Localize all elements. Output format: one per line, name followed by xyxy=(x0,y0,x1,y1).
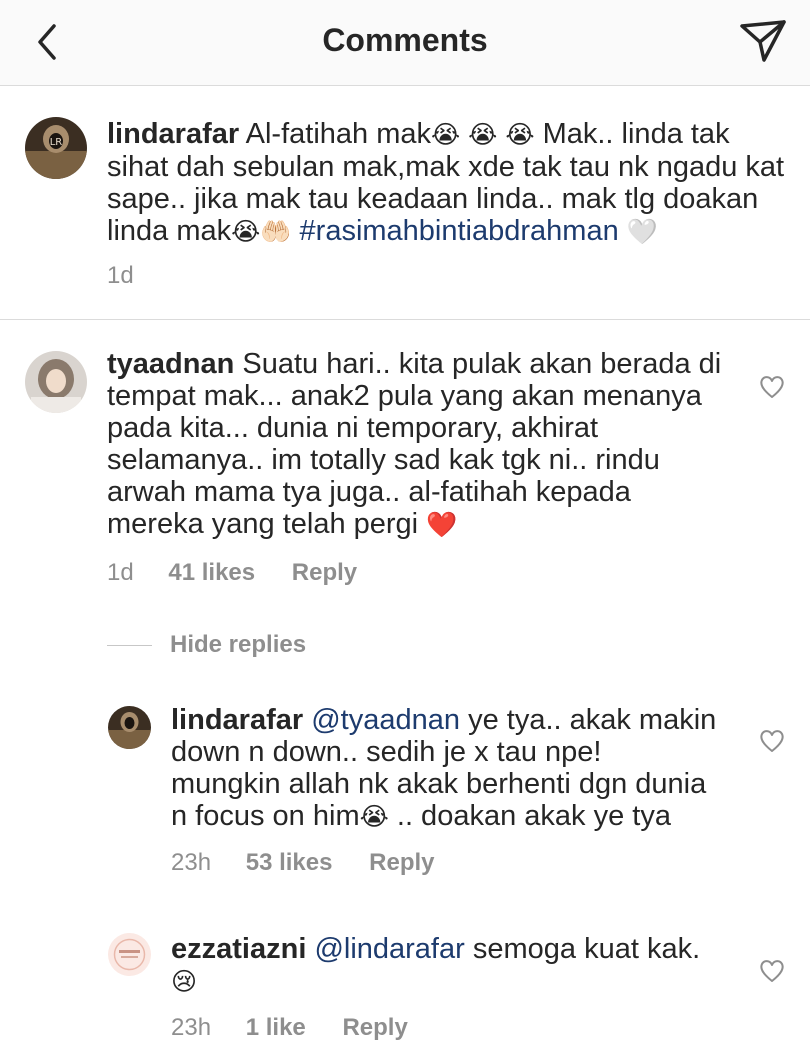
likes-count-link[interactable]: 53 likes xyxy=(246,849,333,876)
reply-meta: 23h 53 likes Reply xyxy=(171,849,435,877)
mention-link[interactable]: @lindarafar xyxy=(314,933,464,965)
svg-text:LR: LR xyxy=(50,137,63,148)
like-heart-icon[interactable] xyxy=(759,729,785,753)
mention-link[interactable]: @tyaadnan xyxy=(311,704,460,736)
comment-timestamp: 1d xyxy=(107,559,134,586)
reply-text: lindarafar @tyaadnan ye tya.. akak makin… xyxy=(171,704,741,833)
reply-meta: 23h 1 like Reply xyxy=(171,1014,408,1042)
reply-timestamp: 23h xyxy=(171,849,212,876)
reply-line: 😢 xyxy=(171,965,741,998)
header-bar: Comments xyxy=(0,0,810,86)
caption-text-segment: Mak.. linda tak xyxy=(542,118,730,150)
comment-line: tyaadnan Suatu hari.. kita pulak akan be… xyxy=(107,348,747,380)
crying-emoji: 😭 😭 😭 xyxy=(431,120,535,149)
crying-emoji: 😭 xyxy=(359,802,389,831)
caption-text-segment: Al-fatihah mak xyxy=(245,118,431,150)
username-link[interactable]: lindarafar xyxy=(107,118,239,150)
reply-button[interactable]: Reply xyxy=(342,1014,407,1041)
hide-replies-label: Hide replies xyxy=(170,631,307,658)
hide-replies-button[interactable]: Hide replies xyxy=(107,630,306,660)
divider xyxy=(107,644,152,646)
avatar[interactable] xyxy=(108,933,151,976)
comment-text: tyaadnan Suatu hari.. kita pulak akan be… xyxy=(107,348,747,541)
reply-line: ezzatiazni @lindarafar semoga kuat kak. xyxy=(171,933,741,965)
hashtag-link[interactable]: #rasimahbintiabdrahman xyxy=(300,215,619,247)
reply-button[interactable]: Reply xyxy=(369,849,434,876)
comment-line: tempat mak... anak2 pula yang akan menan… xyxy=(107,380,702,412)
avatar[interactable]: LR xyxy=(25,117,87,179)
caption-text-segment: linda mak xyxy=(107,215,232,247)
likes-count-link[interactable]: 1 like xyxy=(246,1014,306,1041)
username-link[interactable]: tyaadnan xyxy=(107,348,234,380)
comment-text-segment: mereka yang telah pergi xyxy=(107,508,419,540)
reply-text-segment: semoga kuat kak. xyxy=(472,933,701,965)
sad-tear-emoji: 😢 xyxy=(171,967,198,996)
caption-line: sihat dah sebulan mak,mak xde tak tau nk… xyxy=(107,151,785,183)
caption-line: linda mak😭🤲🏻 #rasimahbintiabdrahman 🤍 xyxy=(107,215,787,248)
reply-text-segment: n focus on him xyxy=(171,800,360,832)
reply-line: lindarafar @tyaadnan ye tya.. akak makin xyxy=(171,704,741,736)
post-caption: LR lindarafar Al-fatihah mak😭 😭 😭 Mak.. … xyxy=(0,86,810,320)
username-link[interactable]: lindarafar xyxy=(171,704,303,736)
red-heart-emoji: ❤️ xyxy=(426,510,458,539)
like-heart-icon[interactable] xyxy=(759,959,785,983)
reply-line: mungkin allah nk akak berhenti dgn dunia xyxy=(171,768,707,800)
page-title: Comments xyxy=(322,22,488,58)
reply-text: ezzatiazni @lindarafar semoga kuat kak. … xyxy=(171,933,741,998)
username-link[interactable]: ezzatiazni xyxy=(171,933,306,965)
white-heart-emoji: 🤍 xyxy=(626,217,658,246)
comment-line: pada kita... dunia ni temporary, akhirat xyxy=(107,412,599,444)
reply-line: n focus on him😭 .. doakan akak ye tya xyxy=(171,800,741,833)
likes-count-link[interactable]: 41 likes xyxy=(168,559,255,586)
comment-meta: 1d 41 likes Reply xyxy=(107,559,357,587)
caption-line: lindarafar Al-fatihah mak😭 😭 😭 Mak.. lin… xyxy=(107,118,787,151)
comment-line: selamanya.. im totally sad kak tgk ni.. … xyxy=(107,444,660,476)
like-heart-icon[interactable] xyxy=(759,375,785,399)
avatar[interactable] xyxy=(25,351,87,413)
praying-hands-emoji: 😭🤲🏻 xyxy=(231,217,292,246)
comment-text-segment: Suatu hari.. kita pulak akan berada di xyxy=(242,348,722,380)
reply-button[interactable]: Reply xyxy=(292,559,357,586)
reply-text-segment: .. doakan akak ye tya xyxy=(396,800,671,832)
reply-text-segment: ye tya.. akak makin xyxy=(468,704,717,736)
reply-line: down n down.. sedih je x tau npe! xyxy=(171,736,602,768)
reply-timestamp: 23h xyxy=(171,1014,212,1041)
caption-text: lindarafar Al-fatihah mak😭 😭 😭 Mak.. lin… xyxy=(107,118,787,248)
comment-line: arwah mama tya juga.. al-fatihah kepada xyxy=(107,476,631,508)
caption-timestamp: 1d xyxy=(107,262,134,289)
caption-line: sape.. jika mak tau keadaan linda.. mak … xyxy=(107,183,759,215)
avatar[interactable] xyxy=(108,706,151,749)
comment-line: mereka yang telah pergi ❤️ xyxy=(107,508,747,541)
direct-message-icon[interactable] xyxy=(736,16,790,66)
